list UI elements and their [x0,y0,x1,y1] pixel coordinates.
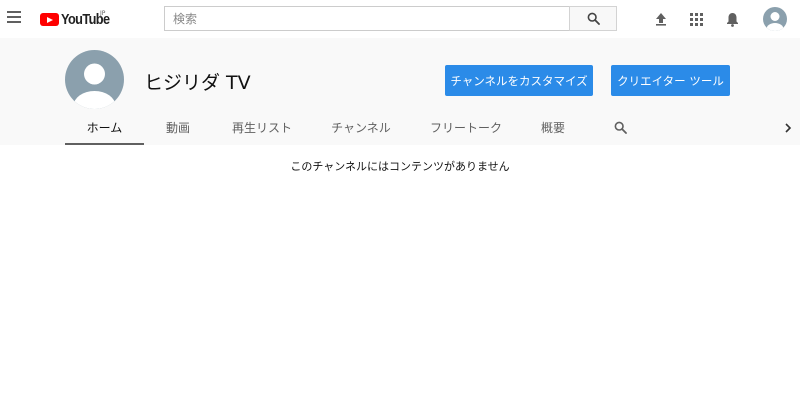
chevron-right-icon [785,122,792,133]
account-icon[interactable] [763,7,787,31]
upload-button[interactable] [653,11,669,27]
tab-about[interactable]: 概要 [530,110,576,145]
search-box [164,6,569,31]
creator-tools-button[interactable]: クリエイター ツール [611,65,730,96]
channel-tabs: ホーム 動画 再生リスト チャンネル フリートーク 概要 [0,110,800,145]
search-icon [614,121,627,134]
channel-header: ヒジリダ TV チャンネルをカスタマイズ クリエイター ツール ホーム 動画 再… [0,38,800,145]
youtube-logo[interactable]: YouTube [40,11,118,28]
logo-region: JP [100,10,106,17]
tab-playlists[interactable]: 再生リスト [226,110,298,145]
tab-discussion[interactable]: フリートーク [425,110,507,145]
tab-videos[interactable]: 動画 [150,110,206,145]
channel-search-button[interactable] [605,110,635,145]
empty-content-message: このチャンネルにはコンテンツがありません [290,160,510,173]
bell-icon [726,12,738,27]
menu-icon[interactable] [7,11,21,23]
apps-icon [689,12,703,26]
tab-home[interactable]: ホーム [65,110,144,145]
youtube-play-icon [40,13,59,26]
masthead: YouTube JP [0,0,800,38]
customize-channel-button[interactable]: チャンネルをカスタマイズ [445,65,593,96]
apps-button[interactable] [688,11,704,27]
search-icon [587,12,600,25]
tab-channels[interactable]: チャンネル [325,110,397,145]
tabs-scroll-right-button[interactable] [776,110,800,145]
channel-name: ヒジリダ TV [144,72,251,94]
notifications-button[interactable] [724,11,740,27]
search-input[interactable] [165,7,569,30]
upload-icon [656,13,666,26]
channel-avatar [65,50,124,109]
search-button[interactable] [569,6,617,31]
